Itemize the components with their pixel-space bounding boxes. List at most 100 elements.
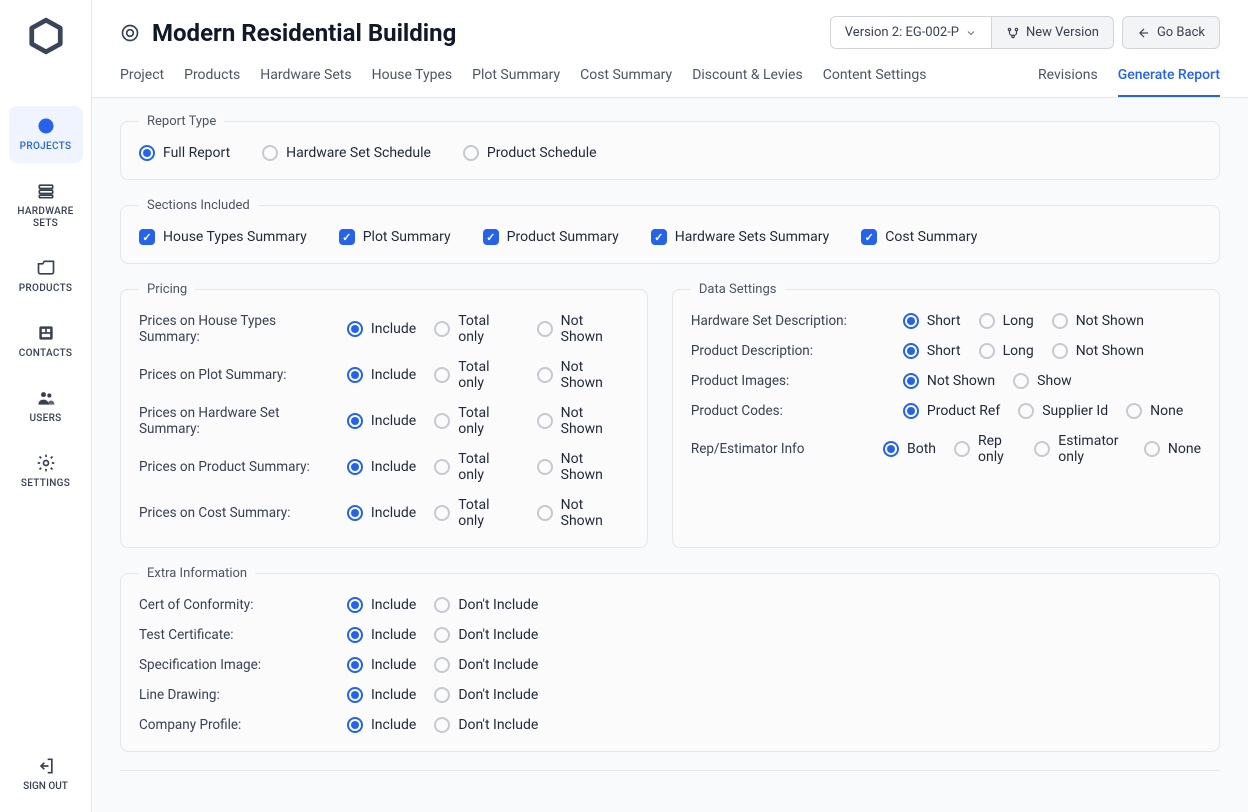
sidebar-item-users[interactable]: USERS bbox=[9, 378, 83, 435]
tab-content-settings[interactable]: Content Settings bbox=[823, 67, 927, 97]
radio-label: Rep only bbox=[978, 433, 1016, 465]
section-cost-summary[interactable]: Cost Summary bbox=[861, 229, 977, 245]
radio-option[interactable]: Include bbox=[347, 497, 416, 529]
tab-products[interactable]: Products bbox=[184, 67, 240, 97]
radio-option[interactable]: Don't Include bbox=[434, 597, 538, 613]
tab-generate-report[interactable]: Generate Report bbox=[1118, 67, 1220, 97]
radio-label: Full Report bbox=[163, 145, 230, 161]
option-label: Prices on Hardware Set Summary: bbox=[139, 405, 327, 437]
option-label: Prices on House Types Summary: bbox=[139, 313, 327, 345]
radio-option[interactable]: Total only bbox=[434, 451, 518, 483]
radio-option[interactable]: Short bbox=[903, 343, 961, 359]
tab-project[interactable]: Project bbox=[120, 67, 164, 97]
radio-option[interactable]: Include bbox=[347, 627, 416, 643]
radio-option[interactable]: Not Shown bbox=[537, 313, 629, 345]
radio-option[interactable]: Not Shown bbox=[1052, 343, 1144, 359]
radio-option[interactable]: Not Shown bbox=[1052, 313, 1144, 329]
section-hardware-sets-summary[interactable]: Hardware Sets Summary bbox=[651, 229, 829, 245]
option-radios: Both Rep only Estimator only None bbox=[883, 433, 1201, 465]
radio-option[interactable]: Include bbox=[347, 717, 416, 733]
radio-option[interactable]: Total only bbox=[434, 497, 518, 529]
section-plot-summary[interactable]: Plot Summary bbox=[339, 229, 451, 245]
radio-option[interactable]: Include bbox=[347, 313, 416, 345]
radio-option[interactable]: Rep only bbox=[954, 433, 1016, 465]
radio-option[interactable]: Long bbox=[979, 313, 1034, 329]
content: Report Type Full Report Hardware Set Sch… bbox=[92, 98, 1248, 812]
radio-option[interactable]: Don't Include bbox=[434, 627, 538, 643]
radio-option[interactable]: Total only bbox=[434, 405, 518, 437]
radio-option[interactable]: Not Shown bbox=[537, 405, 629, 437]
new-version-button[interactable]: New Version bbox=[992, 16, 1114, 49]
radio-label: Not Shown bbox=[927, 373, 995, 389]
radio-option[interactable]: Don't Include bbox=[434, 687, 538, 703]
report-type-product-schedule[interactable]: Product Schedule bbox=[463, 145, 597, 161]
radio-option[interactable]: Not Shown bbox=[537, 497, 629, 529]
tab-hardware-sets[interactable]: Hardware Sets bbox=[260, 67, 351, 97]
sidebar-item-label: HARDWARE SETS bbox=[13, 206, 79, 230]
sign-out-button[interactable]: SIGN OUT bbox=[23, 756, 68, 792]
sidebar-item-settings[interactable]: SETTINGS bbox=[9, 443, 83, 500]
app-logo bbox=[26, 16, 66, 56]
radio-option[interactable]: Include bbox=[347, 405, 416, 437]
version-select[interactable]: Version 2: EG-002-P bbox=[830, 16, 992, 49]
radio-option[interactable]: Estimator only bbox=[1034, 433, 1126, 465]
radio-option[interactable]: Include bbox=[347, 359, 416, 391]
radio-option[interactable]: Don't Include bbox=[434, 657, 538, 673]
data-settings-group: Data Settings Hardware Set Description:S… bbox=[672, 282, 1220, 548]
option-radios: Not Shown Show bbox=[903, 373, 1072, 389]
radio-option[interactable]: Total only bbox=[434, 313, 518, 345]
option-radios: Include Don't Include bbox=[347, 687, 538, 703]
option-label: Product Images: bbox=[691, 373, 883, 389]
radio-option[interactable]: Long bbox=[979, 343, 1034, 359]
option-radios: Include Don't Include bbox=[347, 657, 538, 673]
radio-option[interactable]: Include bbox=[347, 597, 416, 613]
radio-label: Total only bbox=[458, 405, 518, 437]
option-label: Prices on Cost Summary: bbox=[139, 505, 327, 521]
radio-option[interactable]: Include bbox=[347, 657, 416, 673]
radio-label: Don't Include bbox=[458, 687, 538, 703]
radio-label: Don't Include bbox=[458, 717, 538, 733]
sidebar-item-label: PROJECTS bbox=[20, 141, 72, 153]
tab-house-types[interactable]: House Types bbox=[372, 67, 453, 97]
radio-option[interactable]: Total only bbox=[434, 359, 518, 391]
sidebar-item-label: SETTINGS bbox=[21, 478, 70, 490]
radio-option[interactable]: Don't Include bbox=[434, 717, 538, 733]
tab-discount-levies[interactable]: Discount & Levies bbox=[692, 67, 803, 97]
radio-label: Total only bbox=[458, 359, 518, 391]
radio-option[interactable]: Supplier Id bbox=[1018, 403, 1108, 419]
sidebar-item-products[interactable]: PRODUCTS bbox=[9, 248, 83, 305]
tab-plot-summary[interactable]: Plot Summary bbox=[472, 67, 560, 97]
report-type-full[interactable]: Full Report bbox=[139, 145, 230, 161]
option-radios: Include Total only Not Shown bbox=[347, 405, 629, 437]
report-type-hardware-set-schedule[interactable]: Hardware Set Schedule bbox=[262, 145, 431, 161]
radio-label: Hardware Set Schedule bbox=[286, 145, 431, 161]
radio-option[interactable]: Include bbox=[347, 451, 416, 483]
radio-option[interactable]: Short bbox=[903, 313, 961, 329]
radio-option[interactable]: Both bbox=[883, 433, 936, 465]
check-label: Cost Summary bbox=[885, 229, 977, 245]
extra-info-group: Extra Information Cert of Conformity:Inc… bbox=[120, 566, 1220, 752]
tab-revisions[interactable]: Revisions bbox=[1038, 67, 1098, 97]
target-icon bbox=[120, 23, 140, 43]
radio-option[interactable]: Not Shown bbox=[537, 359, 629, 391]
section-product-summary[interactable]: Product Summary bbox=[483, 229, 619, 245]
go-back-button[interactable]: Go Back bbox=[1122, 16, 1220, 49]
radio-option[interactable]: Product Ref bbox=[903, 403, 1000, 419]
radio-option[interactable]: None bbox=[1144, 433, 1201, 465]
sidebar-item-projects[interactable]: PROJECTS bbox=[9, 106, 83, 163]
radio-label: Supplier Id bbox=[1042, 403, 1108, 419]
radio-label: Don't Include bbox=[458, 597, 538, 613]
radio-option[interactable]: None bbox=[1126, 403, 1183, 419]
sidebar: PROJECTS HARDWARE SETS PRODUCTS CONTACTS… bbox=[0, 0, 92, 812]
radio-option[interactable]: Show bbox=[1013, 373, 1072, 389]
radio-option[interactable]: Not Shown bbox=[903, 373, 995, 389]
radio-option[interactable]: Not Shown bbox=[537, 451, 629, 483]
radio-option[interactable]: Include bbox=[347, 687, 416, 703]
radio-label: Product Schedule bbox=[487, 145, 597, 161]
radio-label: Not Shown bbox=[561, 405, 629, 437]
sidebar-item-hardware-sets[interactable]: HARDWARE SETS bbox=[9, 171, 83, 240]
sidebar-item-contacts[interactable]: CONTACTS bbox=[9, 313, 83, 370]
tab-cost-summary[interactable]: Cost Summary bbox=[580, 67, 672, 97]
section-house-types[interactable]: House Types Summary bbox=[139, 229, 307, 245]
branch-icon bbox=[1006, 26, 1020, 40]
